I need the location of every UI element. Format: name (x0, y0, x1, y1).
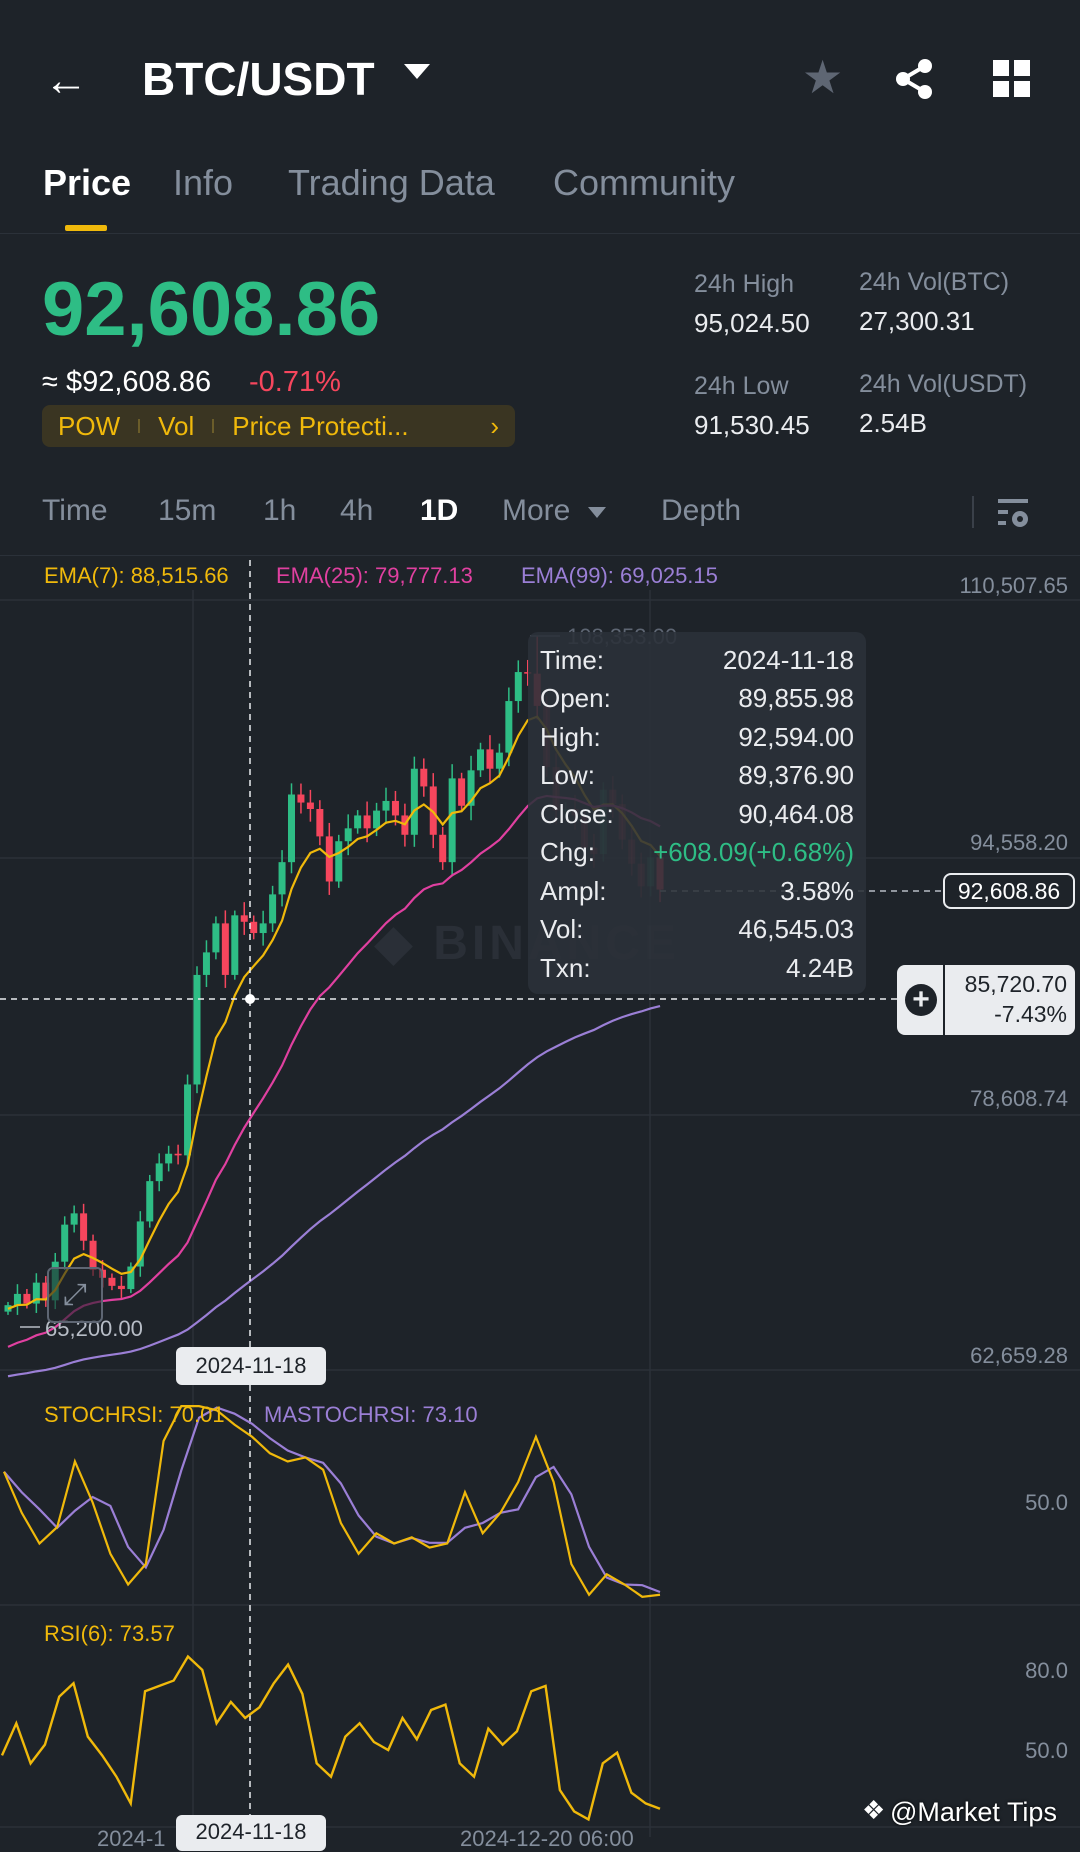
y-axis-label: 94,558.20 (970, 830, 1068, 855)
candle-body (316, 808, 324, 837)
candle-body (80, 1213, 88, 1241)
candle-body (13, 1293, 21, 1306)
tooltip-value: 46,545.03 (738, 914, 854, 945)
tooltip-label: Txn: (540, 952, 591, 983)
candle-body (486, 749, 494, 769)
tooltip-row: Low: 89,376.90 (540, 757, 854, 796)
add-alert-icon[interactable]: + (905, 984, 937, 1016)
candle-body (382, 800, 390, 811)
candle-body (108, 1277, 116, 1286)
tooltip-value: 3.58% (780, 875, 854, 906)
candle-body (477, 749, 484, 771)
tooltip-value: 2024-11-18 (722, 644, 854, 675)
crosshair-price: 85,720.70 (964, 971, 1067, 997)
candle-body (306, 802, 314, 809)
candle-body (278, 862, 286, 895)
rsi-level-high: 80.0 (1025, 1658, 1068, 1683)
tooltip-row: Open: 89,855.98 (540, 680, 854, 719)
y-axis-label: 62,659.28 (970, 1343, 1068, 1368)
rsi-line (0, 1654, 661, 1822)
candle-body (250, 921, 258, 934)
tooltip-label: High: (540, 721, 601, 752)
candle-body (297, 794, 305, 803)
stoch-level-label: 50.0 (1025, 1490, 1068, 1515)
candle-body (70, 1213, 78, 1225)
expand-chart-button[interactable]: ⤢ (47, 1267, 103, 1323)
candle-body (514, 672, 522, 702)
tooltip-row: Ampl: 3.58% (540, 872, 854, 911)
candle-body (373, 810, 381, 829)
x-axis-label: 2024-12-20 06:00 (460, 1826, 634, 1851)
candle-body (202, 952, 210, 975)
watermark: @Market Tips (890, 1797, 1057, 1827)
candle-body (439, 834, 447, 863)
rsi-legend: RSI(6): 73.57 (44, 1621, 175, 1646)
tooltip-value: 92,594.00 (738, 721, 854, 752)
stochrsi-legend: STOCHRSI: 70.01 (44, 1402, 225, 1427)
candle-body (165, 1153, 173, 1164)
candle-body (495, 752, 503, 769)
candle-body (420, 768, 428, 787)
candle-body (363, 815, 371, 829)
crosshair-price-tag[interactable]: + 85,720.70 -7.43% (897, 965, 1075, 1035)
tooltip-label: Close: (540, 798, 614, 829)
tooltip-label: Chg: (540, 837, 595, 868)
rsi-level-mid: 50.0 (1025, 1738, 1068, 1763)
tooltip-value: 89,376.90 (738, 760, 854, 791)
candle-body (354, 815, 362, 829)
candle-body (155, 1163, 163, 1182)
candle-body (146, 1181, 154, 1222)
divider (943, 965, 945, 1035)
candle-body (212, 923, 220, 953)
tooltip-row: Chg: +608.09(+0.68%) (540, 834, 854, 873)
candle-body (184, 1084, 192, 1156)
candle-body (174, 1153, 182, 1156)
candle-body (193, 974, 201, 1085)
tooltip-row: High: 92,594.00 (540, 718, 854, 757)
crosshair-point (245, 994, 255, 1004)
tooltip-value: 4.24B (786, 952, 854, 983)
tooltip-row: Txn: 4.24B (540, 949, 854, 988)
mastochrsi-legend: MASTOCHRSI: 73.10 (264, 1402, 478, 1427)
crosshair-date-tag: 2024-11-18 (176, 1347, 326, 1385)
candle-body (335, 841, 343, 882)
y-axis-label: 78,608.74 (970, 1086, 1068, 1111)
candle-body (448, 778, 456, 863)
crosshair-date-tag: 2024-11-18 (176, 1815, 326, 1851)
tooltip-row: Time: 2024-11-18 (540, 641, 854, 680)
y-axis-label: 110,507.65 (959, 573, 1068, 598)
candle-body (410, 768, 418, 835)
candle-body (325, 836, 333, 882)
candle-body (61, 1224, 69, 1262)
tooltip-row: Close: 90,464.08 (540, 795, 854, 834)
candle-body (391, 800, 399, 816)
x-axis-label: 2024-1 (97, 1826, 166, 1851)
tooltip-row: Vol: 46,545.03 (540, 911, 854, 950)
candle-body (221, 923, 229, 975)
tooltip-label: Open: (540, 683, 611, 714)
candle-body (259, 923, 267, 934)
candle-body (231, 915, 239, 975)
current-price-tag: 92,608.86 (943, 873, 1075, 909)
candle-body (458, 778, 466, 806)
tooltip-label: Time: (540, 644, 605, 675)
candle-body (240, 915, 248, 922)
tooltip-label: Vol: (540, 914, 584, 945)
candle-tooltip: Time: 2024-11-18 Open: 89,855.98 High: 92,594… (528, 632, 866, 994)
candle-body (505, 701, 513, 753)
candle-body (89, 1240, 97, 1270)
binance-logo-icon: ❖ (862, 1795, 886, 1825)
candle-body (117, 1285, 125, 1290)
candle-body (288, 794, 295, 863)
candle-body (269, 894, 277, 924)
candle-body (344, 828, 352, 842)
tooltip-value: +608.09(+0.68%) (653, 837, 854, 868)
tooltip-label: Ampl: (540, 875, 607, 906)
tooltip-value: 90,464.08 (738, 798, 854, 829)
tooltip-label: Low: (540, 760, 595, 791)
crosshair-percent: -7.43% (994, 1001, 1067, 1027)
tooltip-value: 89,855.98 (738, 683, 854, 714)
